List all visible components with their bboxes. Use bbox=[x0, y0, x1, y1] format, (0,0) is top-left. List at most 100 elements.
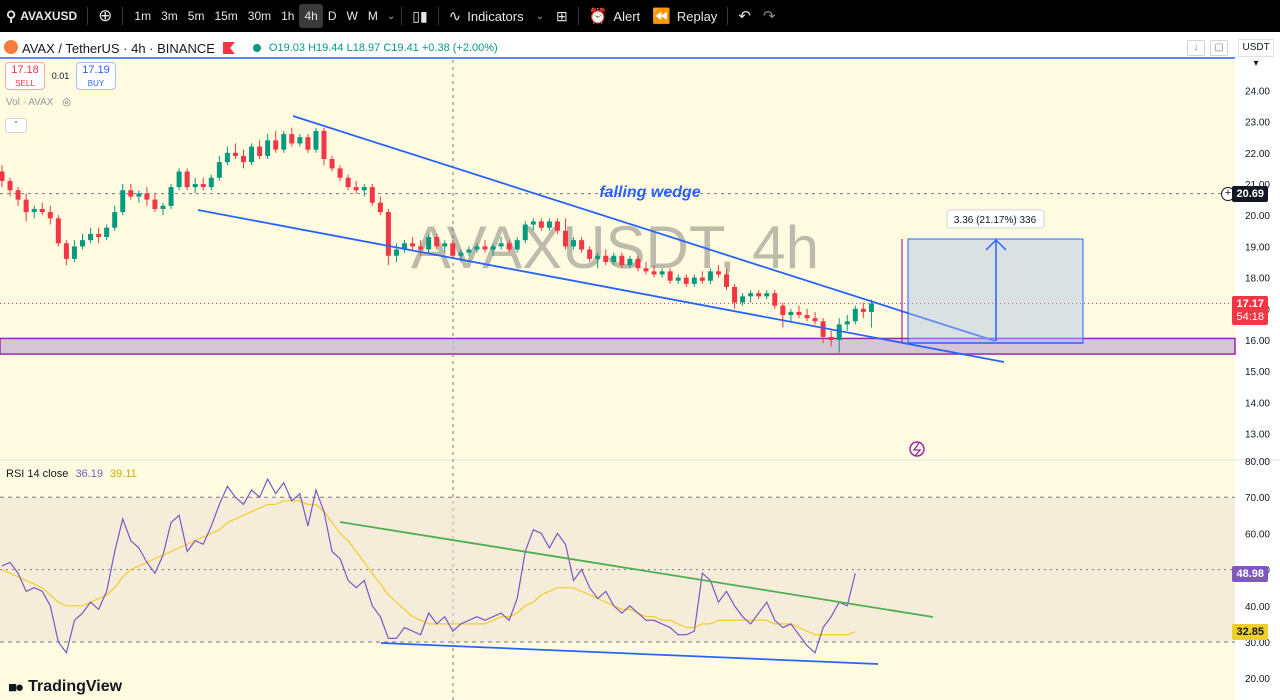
candle-body bbox=[643, 268, 649, 272]
candle-body bbox=[104, 227, 110, 238]
spread-value: 0.01 bbox=[51, 71, 70, 81]
candle-body bbox=[144, 193, 150, 200]
candle-body bbox=[160, 205, 166, 209]
candle-body bbox=[804, 315, 810, 319]
high-value: H19.44 bbox=[308, 42, 344, 54]
collapse-legend-button[interactable]: ˆ bbox=[5, 118, 27, 133]
rsi-ma-value: 39.11 bbox=[110, 468, 137, 480]
price-tick-label: 20.00 bbox=[1245, 211, 1270, 222]
sell-price: 17.18 bbox=[11, 64, 39, 76]
candle-body bbox=[112, 212, 118, 228]
eye-off-icon[interactable]: ◎ bbox=[62, 97, 71, 108]
candle-body bbox=[546, 221, 552, 228]
candle-body bbox=[474, 246, 480, 250]
countdown-tag: 54:18 bbox=[1232, 309, 1268, 325]
candle-body bbox=[563, 230, 568, 247]
rsi-value: 36.19 bbox=[75, 468, 103, 480]
low-value: L18.97 bbox=[346, 42, 381, 54]
price-tick-label: 22.00 bbox=[1245, 149, 1270, 160]
candle-body bbox=[369, 187, 375, 203]
volume-legend[interactable]: Vol · AVAX ◎ bbox=[6, 97, 71, 108]
candle-body bbox=[828, 336, 834, 340]
candle-body bbox=[699, 277, 705, 281]
chart-canvas[interactable]: AVAXUSDT, 4h24.0023.0022.0021.0020.0019.… bbox=[0, 0, 1280, 700]
candle-body bbox=[571, 240, 577, 247]
candle-body bbox=[442, 243, 448, 247]
candle-body bbox=[554, 221, 560, 231]
candle-body bbox=[208, 177, 214, 188]
buy-label: BUY bbox=[87, 79, 105, 88]
candle-body bbox=[595, 255, 601, 259]
price-tick-label: 18.00 bbox=[1245, 274, 1270, 285]
candle-body bbox=[39, 208, 45, 213]
candle-body bbox=[732, 286, 738, 303]
currency-button[interactable]: USDT ▾ bbox=[1238, 39, 1274, 69]
candle-body bbox=[490, 246, 496, 250]
candle-body bbox=[23, 199, 29, 213]
trade-panel: 17.18 SELL 0.01 17.19 BUY bbox=[5, 62, 116, 90]
candle-body bbox=[675, 277, 681, 281]
candle-body bbox=[724, 274, 729, 287]
candle-body bbox=[748, 293, 754, 297]
buy-button[interactable]: 17.19 BUY bbox=[76, 62, 116, 90]
candle-body bbox=[176, 171, 182, 188]
candle-body bbox=[47, 212, 53, 219]
maximize-icon[interactable]: ▢ bbox=[1210, 40, 1228, 56]
rsi-band bbox=[0, 497, 1235, 642]
candle-body bbox=[796, 311, 802, 316]
candle-body bbox=[297, 137, 303, 144]
tradingview-logo[interactable]: ■● TradingView bbox=[8, 678, 122, 696]
candle-body bbox=[619, 255, 625, 266]
sell-button[interactable]: 17.18 SELL bbox=[5, 62, 45, 90]
download-icon[interactable]: ↓ bbox=[1187, 40, 1205, 56]
candle-body bbox=[587, 249, 593, 259]
candle-body bbox=[345, 177, 351, 188]
candle-body bbox=[168, 187, 174, 206]
candle-body bbox=[458, 252, 464, 256]
candle-body bbox=[128, 190, 134, 197]
candle-body bbox=[241, 155, 246, 163]
candle-body bbox=[667, 271, 673, 281]
candle-body bbox=[812, 318, 818, 322]
candle-body bbox=[305, 137, 311, 150]
pane-controls: ↓ ▢ bbox=[1182, 40, 1228, 56]
rsi-legend[interactable]: RSI 14 close 36.19 39.11 bbox=[6, 468, 137, 480]
rsi-tick-label: 40.00 bbox=[1245, 602, 1270, 613]
candle-body bbox=[31, 208, 37, 213]
candle-body bbox=[0, 171, 5, 181]
pattern-label: falling wedge bbox=[599, 184, 700, 201]
candle-body bbox=[506, 243, 512, 250]
candle-body bbox=[860, 308, 866, 312]
symbol-title[interactable]: AVAX / TetherUS · 4h · BINANCE bbox=[22, 41, 215, 56]
open-value: O19.03 bbox=[268, 42, 305, 54]
candle-body bbox=[224, 152, 230, 163]
candle-body bbox=[321, 130, 327, 160]
candle-body bbox=[15, 190, 21, 200]
candle-body bbox=[55, 218, 61, 244]
crosshair-price-tag: 20.69 bbox=[1232, 186, 1268, 202]
buy-price: 17.19 bbox=[82, 64, 110, 76]
candle-body bbox=[361, 187, 367, 191]
candle-body bbox=[740, 296, 746, 303]
chart-legend: AVAX / TetherUS · 4h · BINANCE O19.03 H1… bbox=[0, 38, 498, 58]
price-tick-label: 23.00 bbox=[1245, 118, 1270, 129]
rsi-label: RSI 14 close bbox=[6, 468, 69, 480]
price-axis-bg bbox=[1235, 32, 1280, 700]
candle-body bbox=[764, 293, 770, 297]
candle-body bbox=[410, 243, 416, 247]
candle-body bbox=[232, 152, 238, 156]
candle-body bbox=[200, 184, 206, 188]
candle-body bbox=[844, 321, 850, 325]
candle-body bbox=[120, 190, 126, 213]
candle-body bbox=[579, 240, 585, 250]
candle-body bbox=[530, 221, 536, 225]
ohlc-values: O19.03 H19.44 L18.97 C19.41 +0.38 (+2.00… bbox=[269, 42, 498, 54]
volume-label: Vol · AVAX bbox=[6, 97, 54, 108]
candle-body bbox=[756, 293, 762, 297]
candle-body bbox=[192, 184, 198, 188]
price-tick-label: 14.00 bbox=[1245, 398, 1270, 409]
candle-body bbox=[418, 246, 424, 250]
candle-body bbox=[683, 277, 689, 284]
candle-body bbox=[715, 271, 721, 275]
candle-body bbox=[627, 258, 633, 266]
